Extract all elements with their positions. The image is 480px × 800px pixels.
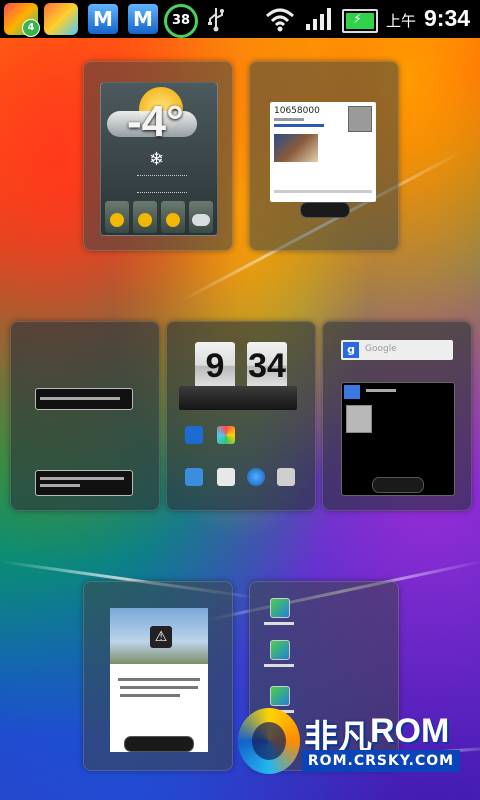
home-screen-thumbnail-navigation[interactable]: ⚠ xyxy=(83,581,233,771)
battery-charging-icon: ⚡ xyxy=(342,9,378,33)
app-shortcut-icon xyxy=(270,686,290,706)
home-screen-thumbnail-contacts[interactable]: g Google xyxy=(322,321,472,511)
tip-box xyxy=(35,388,133,410)
app-shortcut-icon xyxy=(270,640,290,660)
status-bar: 4 M M 38 ⚡ 上午 9:34 xyxy=(0,0,480,38)
status-ampm: 上午 xyxy=(386,12,417,30)
cloud-icon xyxy=(192,214,210,226)
warning-icon: ⚠ xyxy=(150,626,172,648)
forecast-day xyxy=(161,201,185,233)
globe-icon xyxy=(247,468,265,486)
signal-icon xyxy=(306,8,331,30)
clock-minute: 34 xyxy=(247,342,287,390)
ring-icon[interactable]: 38 xyxy=(164,4,198,38)
google-icon: g xyxy=(343,342,359,358)
logo-english-text: ROM xyxy=(370,712,450,750)
weather-widget: -4° ❄ xyxy=(100,82,218,236)
logo-emblem xyxy=(238,708,300,774)
wifi-icon xyxy=(265,8,295,32)
widget-controls xyxy=(124,736,194,752)
sun-icon xyxy=(138,213,152,227)
search-placeholder: Google xyxy=(365,344,397,354)
camera-icon xyxy=(277,468,295,486)
logo-url: ROM.CRSKY.COM xyxy=(302,750,460,772)
crsky-rom-logo: 非凡 ROM ROM.CRSKY.COM xyxy=(238,706,466,778)
tip-box xyxy=(35,470,133,496)
qq-icon xyxy=(185,426,203,444)
shield-m-icon[interactable]: M xyxy=(88,4,118,34)
widget-controls xyxy=(372,477,424,493)
status-time: 9:34 xyxy=(424,5,471,31)
forecast-day xyxy=(105,201,129,233)
forecast-row xyxy=(105,201,213,233)
notification-badge: 4 xyxy=(22,19,40,37)
clock-info-bar xyxy=(179,386,297,410)
app-notification-icon[interactable] xyxy=(44,3,78,35)
forecast-day xyxy=(189,201,213,233)
home-screen-thumbnail-tips[interactable] xyxy=(10,321,160,511)
weather-temperature: -4° xyxy=(127,97,184,146)
contact-photo xyxy=(274,134,318,162)
contacts-widget xyxy=(341,382,455,496)
sun-icon xyxy=(110,213,124,227)
app-icon xyxy=(217,426,235,444)
sun-icon xyxy=(166,213,180,227)
avatar xyxy=(346,405,372,433)
weather-info xyxy=(137,175,187,193)
home-screen-thumbnail-people[interactable]: 10658000 xyxy=(249,61,399,251)
navigation-widget: ⚠ xyxy=(110,608,208,752)
forecast-day xyxy=(133,201,157,233)
contacts-icon xyxy=(344,385,360,399)
shield-m-icon[interactable]: M xyxy=(128,4,158,34)
people-number: 10658000 xyxy=(274,106,320,116)
app-notification-icon[interactable]: 4 xyxy=(4,3,40,37)
app-icon xyxy=(185,468,203,486)
snowflake-icon: ❄ xyxy=(149,149,165,170)
avatar xyxy=(348,106,372,132)
home-screen-thumbnail-weather[interactable]: -4° ❄ xyxy=(83,61,233,251)
usb-icon xyxy=(208,8,224,32)
home-screen-thumbnail-clock[interactable]: 9 34 xyxy=(166,321,316,511)
widget-controls xyxy=(300,202,350,218)
google-search-widget: g Google xyxy=(341,340,453,360)
mail-icon xyxy=(217,468,235,486)
people-widget: 10658000 xyxy=(270,102,376,202)
app-shortcut-icon xyxy=(270,598,290,618)
clock-hour: 9 xyxy=(195,342,235,390)
